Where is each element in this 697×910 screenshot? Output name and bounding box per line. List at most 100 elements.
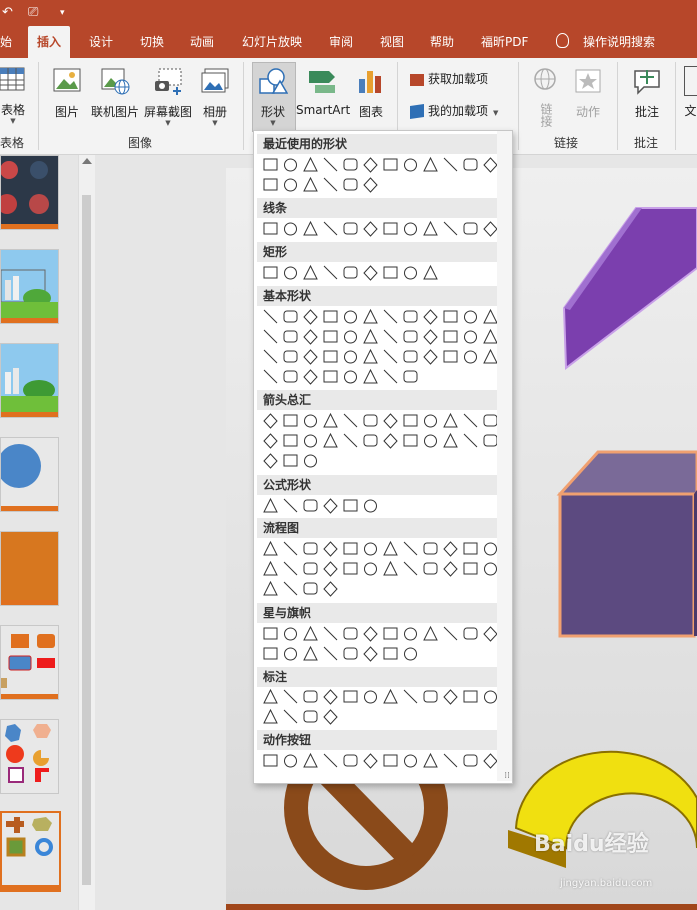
screenshot-button[interactable]: 屏幕截图 ▼ <box>142 66 194 127</box>
shape-option-icon[interactable] <box>383 560 398 576</box>
slide-thumbnail[interactable] <box>0 249 59 324</box>
shape-option-icon[interactable] <box>443 221 458 236</box>
shape-option-icon[interactable] <box>263 222 278 235</box>
shape-option-icon[interactable] <box>383 266 398 279</box>
shape-option-icon[interactable] <box>323 753 338 768</box>
text-button[interactable]: 文 <box>684 66 697 119</box>
slide-thumbnail[interactable] <box>0 531 59 606</box>
shape-option-icon[interactable] <box>403 541 418 556</box>
table-button[interactable]: 表格 ▼ <box>0 66 26 125</box>
shape-option-icon[interactable] <box>283 561 298 576</box>
shape-option-icon[interactable] <box>263 329 278 344</box>
shape-option-icon[interactable] <box>323 330 338 343</box>
tab-foxit-pdf[interactable]: 福昕PDF <box>481 26 528 58</box>
shape-option-icon[interactable] <box>323 626 338 641</box>
shape-option-icon[interactable] <box>263 497 278 513</box>
shape-option-icon[interactable] <box>284 178 297 192</box>
shape-option-icon[interactable] <box>403 350 418 363</box>
shape-option-icon[interactable] <box>323 689 338 705</box>
shape-option-icon[interactable] <box>263 708 278 724</box>
shape-option-icon[interactable] <box>383 754 398 767</box>
shape-option-icon[interactable] <box>343 647 358 660</box>
get-addins-button[interactable]: 获取加载项 <box>410 70 488 87</box>
shape-option-icon[interactable] <box>443 561 458 577</box>
shapes-button[interactable]: 形状 ▼ <box>254 66 292 127</box>
tab-transitions[interactable]: 切换 <box>140 26 164 58</box>
scrollbar-thumb[interactable] <box>82 195 91 885</box>
shape-option-icon[interactable] <box>483 626 498 642</box>
shape-option-icon[interactable] <box>404 266 417 280</box>
shape-option-icon[interactable] <box>323 709 338 725</box>
slide-thumbnail[interactable] <box>0 719 59 794</box>
slide-thumbnail-selected[interactable] <box>0 811 61 892</box>
shape-option-icon[interactable] <box>283 414 298 427</box>
shape-option-icon[interactable] <box>323 581 338 597</box>
shape-option-icon[interactable] <box>343 499 358 512</box>
shape-option-icon[interactable] <box>403 561 418 576</box>
shape-option-icon[interactable] <box>263 688 278 704</box>
action-button[interactable]: 动作 <box>568 66 608 120</box>
shape-option-icon[interactable] <box>483 348 498 364</box>
shape-option-icon[interactable] <box>463 562 478 575</box>
shape-option-icon[interactable] <box>423 542 438 555</box>
shape-option-icon[interactable] <box>343 433 358 448</box>
tab-design[interactable]: 设计 <box>89 26 113 58</box>
shape-option-icon[interactable] <box>343 562 358 575</box>
shape-option-icon[interactable] <box>323 498 338 514</box>
shape-option-icon[interactable] <box>303 542 318 555</box>
shape-option-icon[interactable] <box>404 754 417 768</box>
shape-option-icon[interactable] <box>263 754 278 767</box>
shape-option-icon[interactable] <box>464 350 477 364</box>
shape-option-icon[interactable] <box>263 178 278 191</box>
shape-option-icon[interactable] <box>284 647 297 661</box>
shape-option-icon[interactable] <box>263 647 278 660</box>
slide-thumbnail[interactable] <box>0 437 59 512</box>
tab-slideshow[interactable]: 幻灯片放映 <box>242 26 302 58</box>
shape-option-icon[interactable] <box>363 368 378 384</box>
shape-option-icon[interactable] <box>263 158 278 171</box>
shape-option-icon[interactable] <box>443 330 458 343</box>
shape-option-icon[interactable] <box>443 310 458 323</box>
shape-option-icon[interactable] <box>323 157 338 172</box>
shape-option-icon[interactable] <box>403 370 418 383</box>
shape-option-icon[interactable] <box>364 690 377 704</box>
shape-option-icon[interactable] <box>403 310 418 323</box>
shape-option-icon[interactable] <box>303 690 318 703</box>
shape-option-icon[interactable] <box>284 158 297 172</box>
shape-option-icon[interactable] <box>464 330 477 344</box>
shape-option-icon[interactable] <box>363 328 378 344</box>
shape-option-icon[interactable] <box>323 561 338 577</box>
slide-thumbnail[interactable] <box>0 155 59 230</box>
shape-option-icon[interactable] <box>303 264 318 280</box>
shape-option-icon[interactable] <box>463 433 478 448</box>
shape-option-icon[interactable] <box>484 542 497 556</box>
shape-option-icon[interactable] <box>344 310 357 324</box>
shape-option-icon[interactable] <box>343 178 358 191</box>
shape-option-icon[interactable] <box>303 220 318 236</box>
shape-option-icon[interactable] <box>363 265 378 281</box>
shape-option-icon[interactable] <box>303 562 318 575</box>
shape-option-icon[interactable] <box>443 689 458 705</box>
photo-album-button[interactable]: 相册 ▼ <box>198 66 232 127</box>
shape-option-icon[interactable] <box>484 690 497 704</box>
shape-option-icon[interactable] <box>383 158 398 171</box>
shape-option-icon[interactable] <box>283 498 298 513</box>
resize-grip-icon[interactable]: ⁞⁞ <box>504 771 510 781</box>
tab-home[interactable]: 始 <box>0 26 12 58</box>
shape-option-icon[interactable] <box>343 413 358 428</box>
shape-option-icon[interactable] <box>383 647 398 660</box>
shape-option-icon[interactable] <box>363 626 378 642</box>
slide-thumbnail[interactable] <box>0 625 59 700</box>
shape-option-icon[interactable] <box>323 177 338 192</box>
shape-option-icon[interactable] <box>323 350 338 363</box>
shape-option-icon[interactable] <box>284 754 297 768</box>
shape-option-icon[interactable] <box>423 220 438 236</box>
shape-option-icon[interactable] <box>323 646 338 661</box>
shape-option-icon[interactable] <box>443 753 458 768</box>
shape-option-icon[interactable] <box>404 158 417 172</box>
my-addins-button[interactable]: 我的加载项 ▼ <box>410 102 498 119</box>
shape-option-icon[interactable] <box>483 434 498 447</box>
shape-option-icon[interactable] <box>383 540 398 556</box>
undo-icon[interactable]: ↶ <box>2 5 13 21</box>
shape-option-icon[interactable] <box>303 752 318 768</box>
